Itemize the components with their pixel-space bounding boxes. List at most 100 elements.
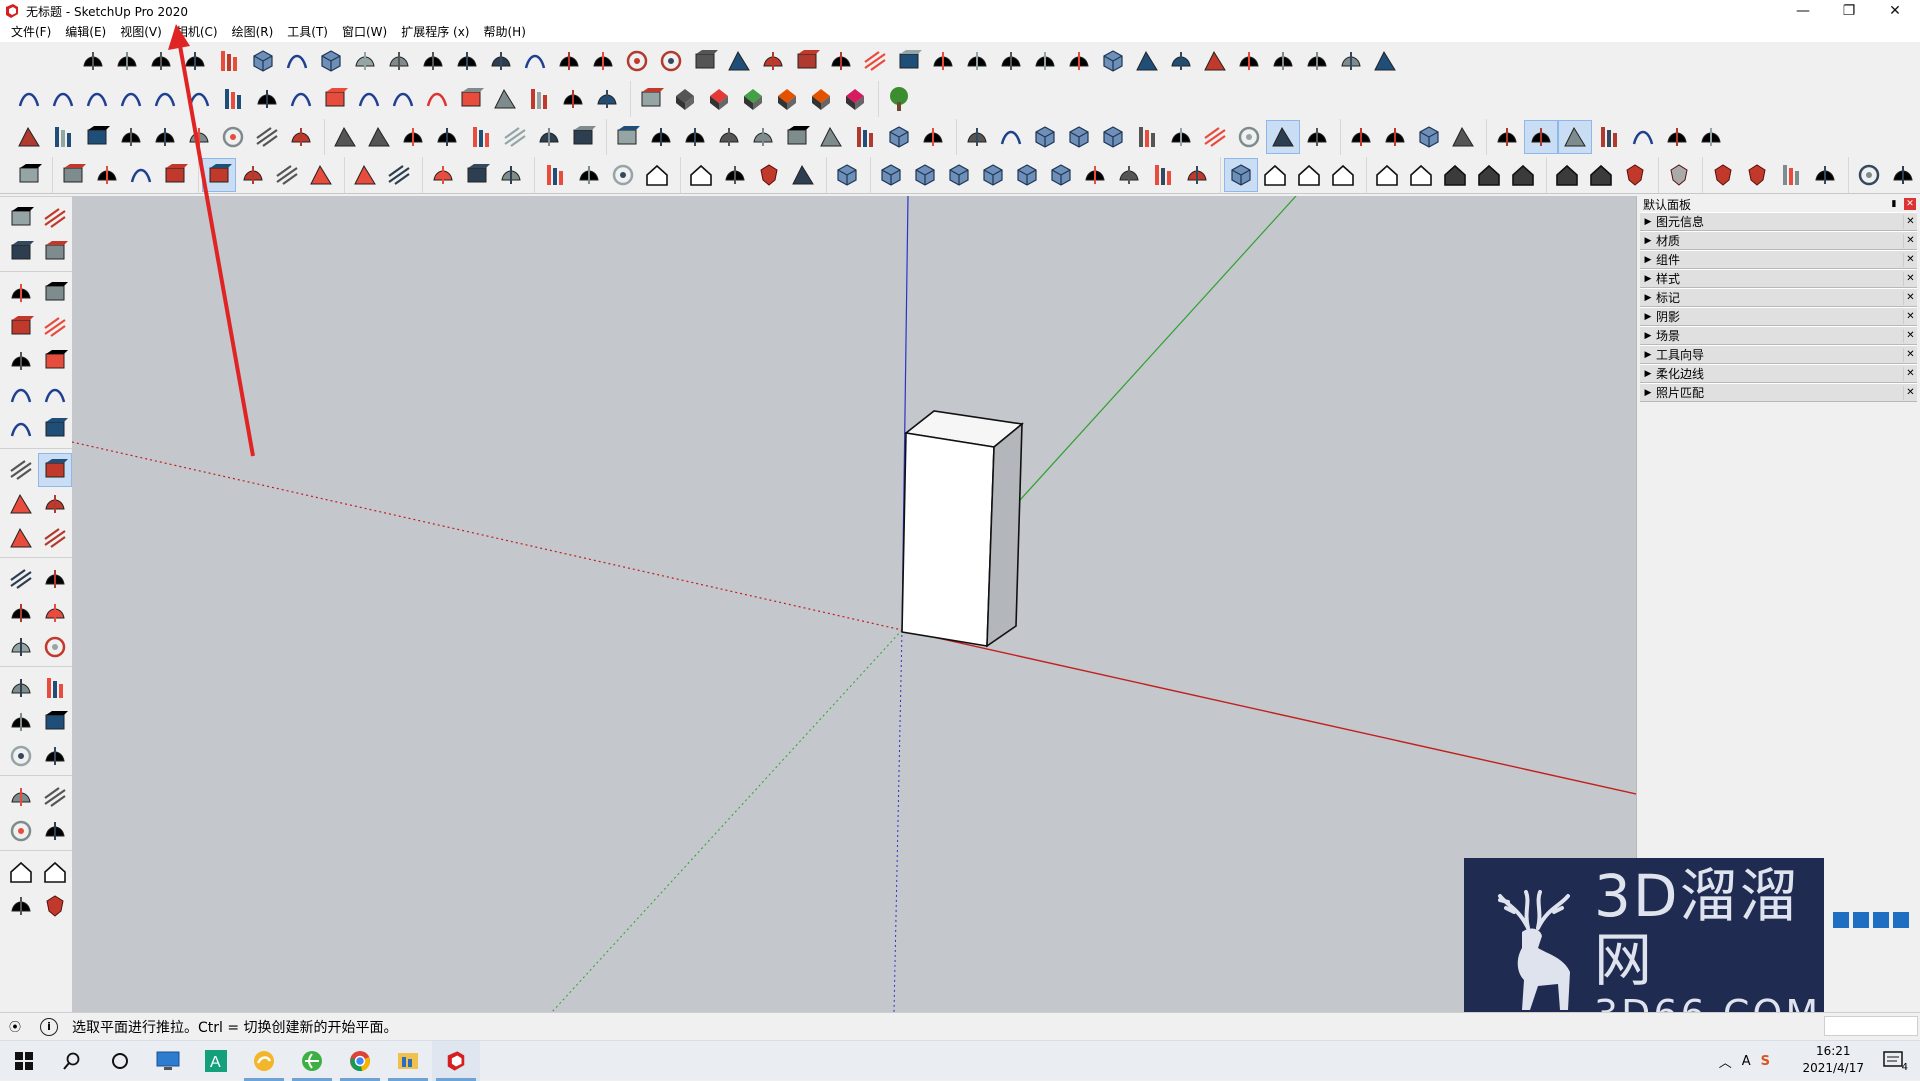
layers-icon[interactable] [1344,120,1378,154]
taskbar-app-chrome[interactable] [336,1041,384,1081]
arc-tool-icon[interactable] [4,378,38,412]
check-line-icon[interactable] [454,82,488,116]
wing-icon[interactable] [1266,44,1300,78]
section-cut-icon[interactable] [328,120,362,154]
section-hatch-icon[interactable] [498,120,532,154]
check-red-icon[interactable] [644,120,678,154]
orbit-icon[interactable] [12,120,46,154]
roof-icon[interactable] [916,120,950,154]
triangle-red-icon[interactable] [590,82,624,116]
tray-panel[interactable]: ▶ 标记 ✕ [1640,288,1917,307]
user-icon[interactable] [786,158,820,192]
panel-close-icon[interactable]: ✕ [1903,271,1917,286]
text-tool-icon[interactable] [38,596,72,630]
panel-close-icon[interactable]: ✕ [1903,290,1917,305]
keyboard-icon[interactable] [1833,912,1849,928]
person-icon[interactable] [1853,912,1869,928]
curve-hook-icon[interactable] [1626,120,1660,154]
house-boxes-4-icon[interactable] [1584,158,1618,192]
recycle-icon[interactable] [1886,158,1920,192]
zoom-extents-tool-icon[interactable] [4,739,38,773]
zoom-tool-icon[interactable] [4,705,38,739]
curve-fill-icon[interactable] [518,44,552,78]
footprints-icon[interactable] [284,120,318,154]
position-camera-icon[interactable] [4,780,38,814]
expand-triangle-icon[interactable]: ▶ [1640,293,1656,303]
chevron-up-icon[interactable]: ︿ [1719,1052,1732,1071]
expand-triangle-icon[interactable]: ▶ [1640,217,1656,227]
minimize-button[interactable]: — [1780,0,1826,22]
shirt-icon[interactable] [1873,912,1889,928]
geo-location-icon[interactable]: ⦿ [6,1018,24,1036]
tray-panel[interactable]: ▶ 阴影 ✕ [1640,307,1917,326]
curve-w-icon[interactable] [80,82,114,116]
eraser-icon[interactable] [56,158,90,192]
tray-panel[interactable]: ▶ 工具向导 ✕ [1640,345,1917,364]
pin-icon[interactable]: ▮ [1888,198,1900,210]
protractor-icon[interactable] [4,596,38,630]
dots-icon[interactable] [780,120,814,154]
pan-icon[interactable] [38,671,72,705]
expand-triangle-icon[interactable]: ▶ [1640,350,1656,360]
tray-panel[interactable]: ▶ 材质 ✕ [1640,231,1917,250]
input-s-icon[interactable]: S [1761,1054,1770,1069]
house-open-icon[interactable] [1404,158,1438,192]
triangle-icon[interactable] [586,44,620,78]
scissors-red-icon[interactable] [566,120,600,154]
pushpull-red-icon[interactable] [960,120,994,154]
lt-icon[interactable] [814,120,848,154]
pencil-fade-icon[interactable] [1198,120,1232,154]
follow-me-icon[interactable] [236,158,270,192]
pillar-icon[interactable] [1028,44,1062,78]
taskbar-app-files[interactable] [384,1041,432,1081]
ime-icon[interactable]: A [1742,1054,1751,1069]
xray-view-icon[interactable] [1044,158,1078,192]
circle-icon[interactable] [556,82,590,116]
search-button[interactable] [48,1041,96,1081]
close-window-button[interactable]: ✕ [1872,0,1918,22]
tray-panel[interactable]: ▶ 场景 ✕ [1640,326,1917,345]
axis-r-icon[interactable] [702,82,736,116]
slat-icon[interactable] [1164,44,1198,78]
curve-u-icon[interactable] [12,82,46,116]
section-plane-icon[interactable] [38,814,72,848]
stack-icon[interactable] [790,44,824,78]
arrow-bend-icon[interactable] [382,44,416,78]
expand-triangle-icon[interactable]: ▶ [1640,236,1656,246]
tray-panel[interactable]: ▶ 柔化边线 ✕ [1640,364,1917,383]
menu-file[interactable]: 文件(F) [4,22,58,42]
ramp-icon[interactable] [824,44,858,78]
tray-panel[interactable]: ▶ 图元信息 ✕ [1640,212,1917,231]
gear-shape-icon[interactable] [212,44,246,78]
taskbar-app-sketchup[interactable] [432,1040,480,1081]
eraser-plus-icon[interactable] [144,44,178,78]
expand-triangle-icon[interactable]: ▶ [1640,388,1656,398]
iso-view-icon[interactable] [830,158,864,192]
pushpull-icon[interactable] [38,453,72,487]
scale-icon[interactable] [4,521,38,555]
texture-flag-icon[interactable] [1694,120,1728,154]
cube-bevel-icon[interactable] [1028,120,1062,154]
right-view-icon[interactable] [942,158,976,192]
arch-icon[interactable] [994,120,1028,154]
panel-close-icon[interactable]: ✕ [1903,233,1917,248]
ruby-grey-icon[interactable] [1662,158,1696,192]
expand-triangle-icon[interactable]: ▶ [1640,274,1656,284]
ruby-red-icon[interactable] [1618,158,1652,192]
tray-panel[interactable]: ▶ 组件 ✕ [1640,250,1917,269]
panel-close-icon[interactable]: ✕ [1903,385,1917,400]
tray-close-button[interactable]: ✕ [1904,198,1916,210]
axis-f-icon[interactable] [838,82,872,116]
rectangle-tool-icon[interactable] [4,310,38,344]
scissors-icon[interactable] [178,44,212,78]
measurements-box[interactable] [1824,1016,1918,1036]
drawing-viewport[interactable] [72,196,1636,1012]
sketchup-send-icon[interactable] [4,889,38,923]
cubes-icon[interactable] [1062,120,1096,154]
shield-icon[interactable] [1808,158,1842,192]
axes-icon[interactable] [1490,120,1524,154]
taskbar-app-browser-green[interactable] [288,1041,336,1081]
polyline-icon[interactable] [110,44,144,78]
section-strips-icon[interactable] [532,120,566,154]
box-rotate-icon[interactable] [246,44,280,78]
